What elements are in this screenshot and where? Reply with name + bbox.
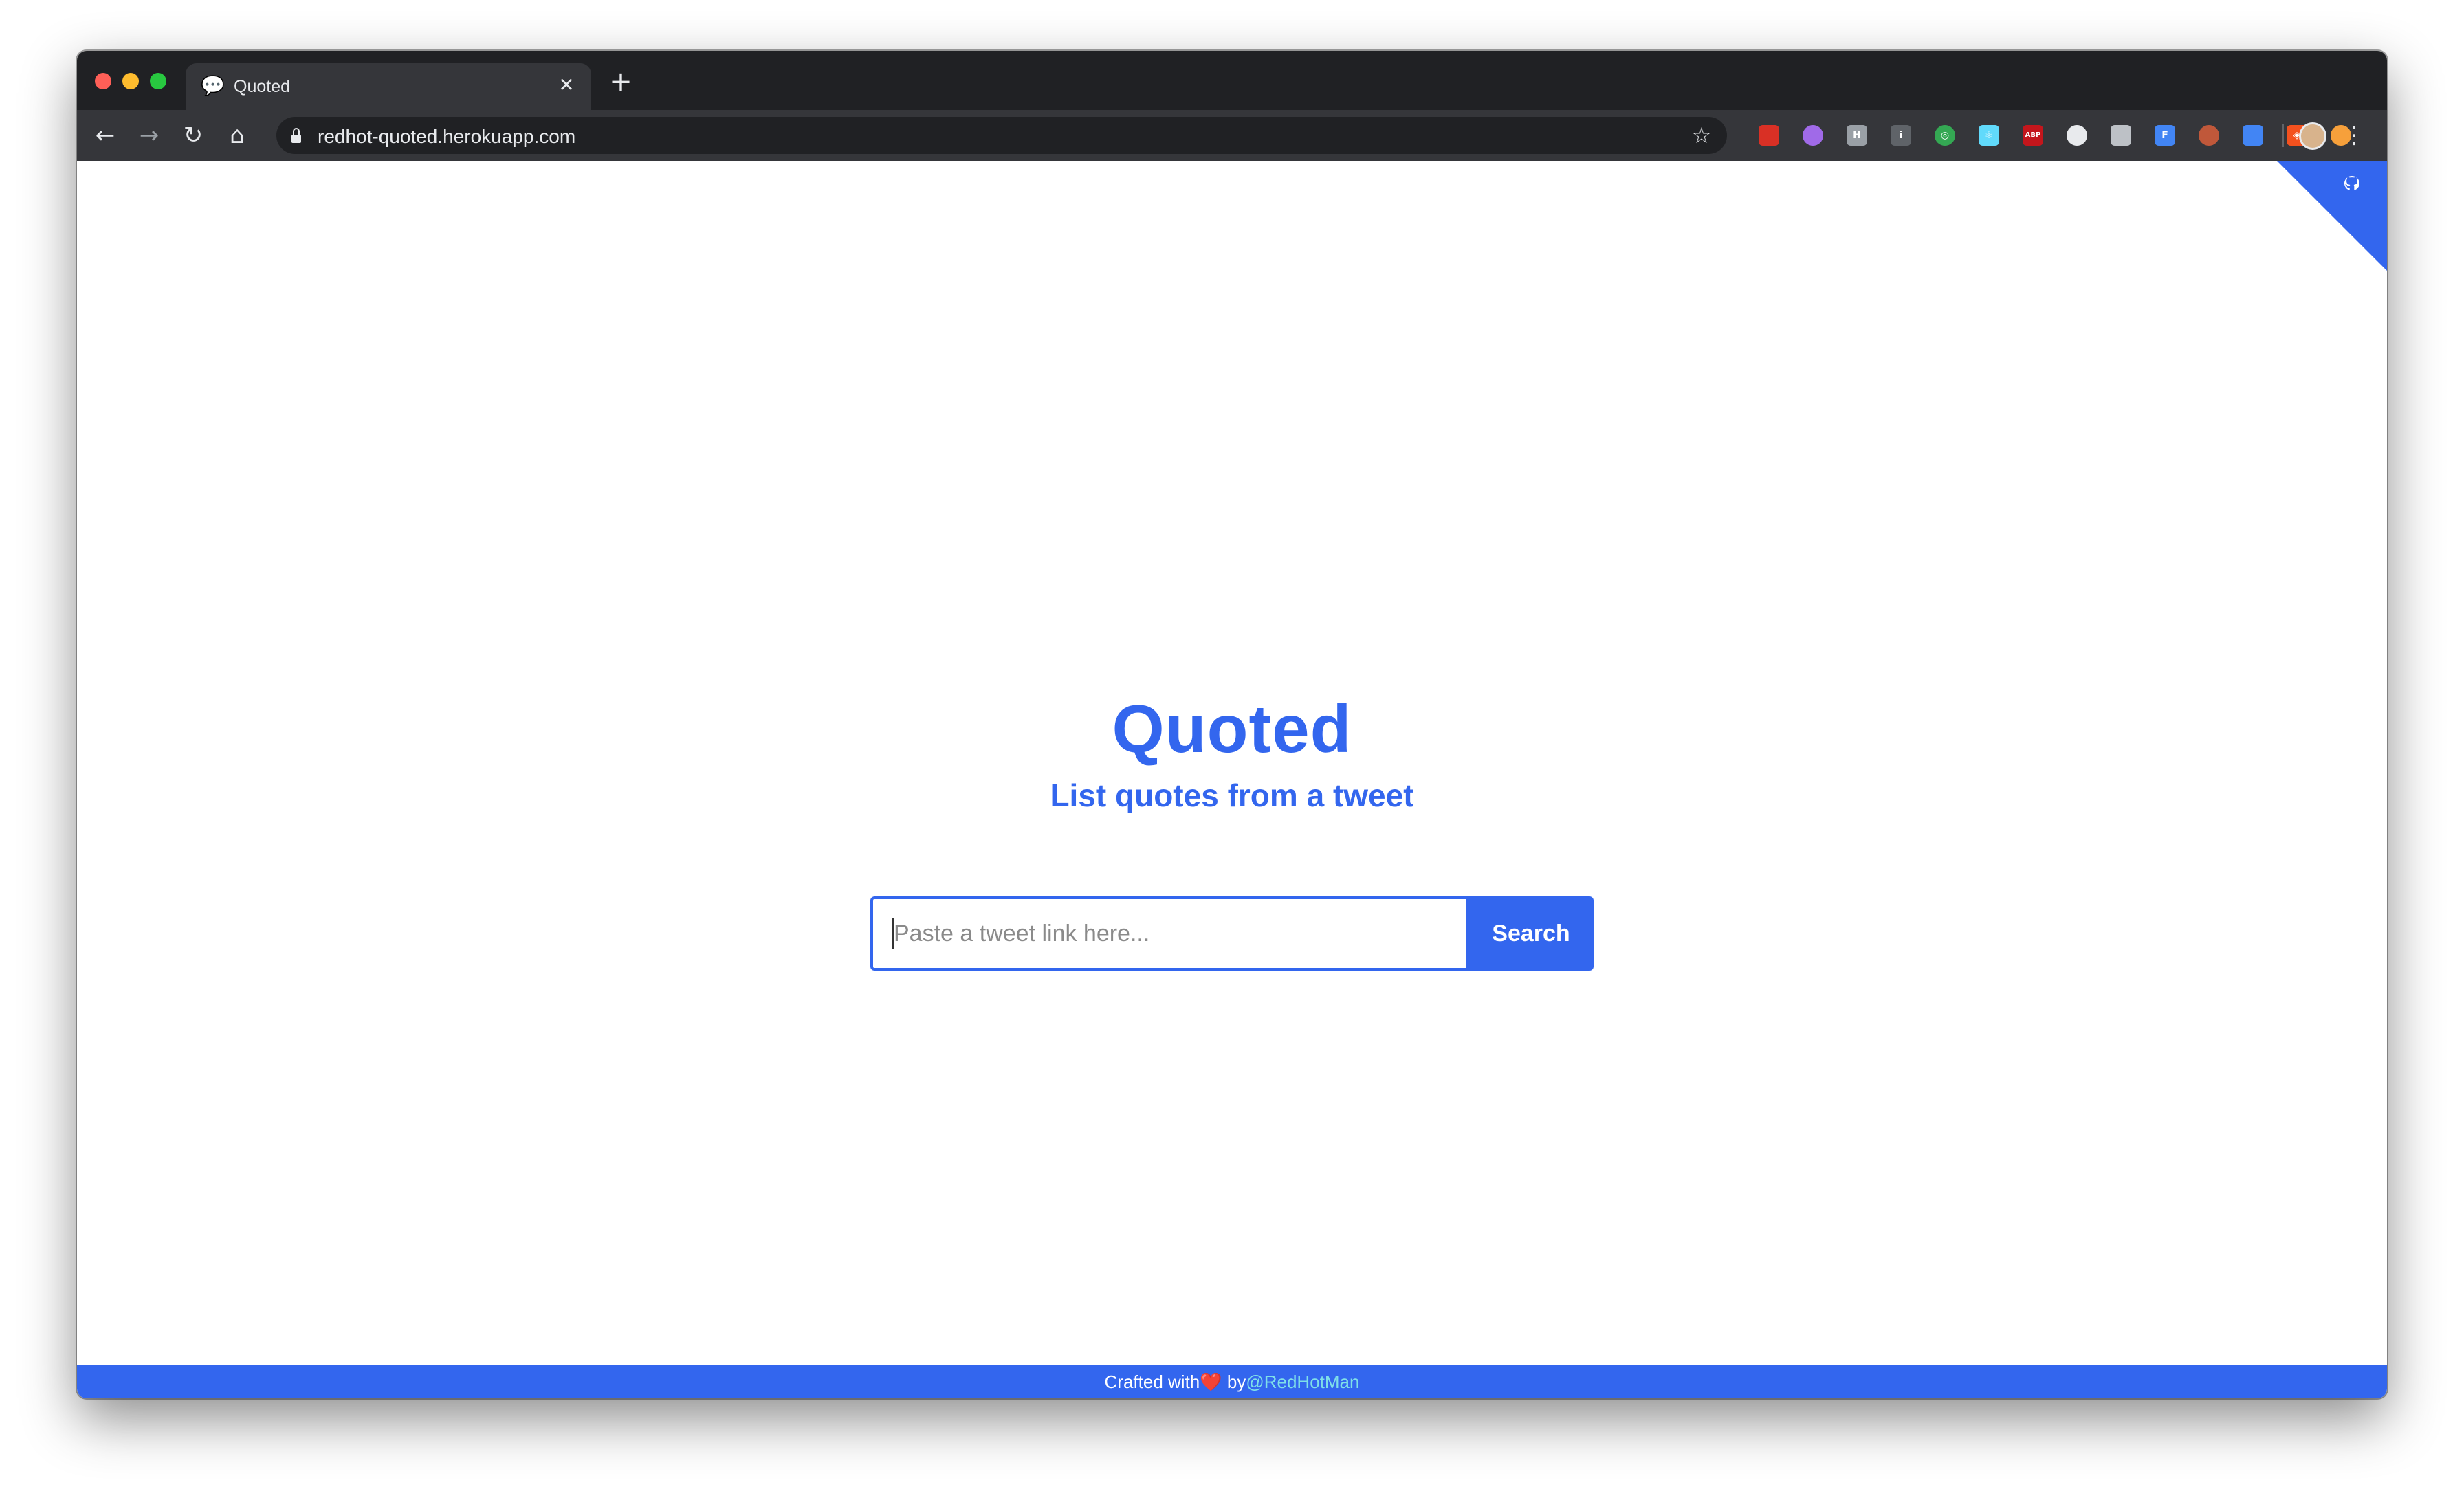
ext-7-icon[interactable]: ABP [2023, 125, 2043, 146]
github-corner-banner [2277, 161, 2387, 271]
browser-menu-button[interactable]: ⋮ [2340, 120, 2368, 151]
address-bar[interactable]: redhot-quoted.herokuapp.com ☆ [276, 117, 1727, 154]
minimize-window-button[interactable] [122, 73, 139, 89]
ext-5-icon[interactable]: ◎ [1935, 125, 1955, 146]
tab-title: Quoted [234, 77, 291, 96]
url-text: redhot-quoted.herokuapp.com [318, 126, 576, 147]
browser-window: 💬 Quoted ✕ + ← → ↻ ⌂ redhot-quoted.herok… [77, 51, 2387, 1398]
ext-10-icon[interactable]: F [2155, 125, 2175, 146]
page-title: Quoted [1112, 691, 1352, 766]
speech-bubble-icon: 💬 [201, 74, 225, 97]
ext-12-icon[interactable] [2243, 125, 2263, 146]
ext-6-icon[interactable]: ⚛ [1979, 125, 1999, 146]
ext-11-icon[interactable] [2199, 125, 2219, 146]
page-viewport: Quoted List quotes from a tweet Search C… [77, 161, 2387, 1398]
github-corner-link[interactable] [2277, 161, 2387, 271]
footer-prefix: Crafted with [1104, 1371, 1200, 1392]
footer: Crafted with❤️ by@RedHotMan [77, 1365, 2387, 1398]
heart-icon: ❤️ [1200, 1372, 1222, 1393]
lock-icon [292, 128, 301, 143]
close-window-button[interactable] [95, 73, 111, 89]
reload-button[interactable]: ↻ [177, 120, 209, 151]
author-link[interactable]: @RedHotMan [1246, 1371, 1359, 1392]
ext-1-icon[interactable] [1759, 125, 1779, 146]
profile-avatar[interactable] [2299, 122, 2326, 150]
back-button[interactable]: ← [89, 120, 121, 151]
forward-button[interactable]: → [133, 120, 165, 151]
text-caret [892, 918, 894, 949]
ext-8-icon[interactable] [2067, 125, 2087, 146]
ext-9-icon[interactable] [2111, 125, 2131, 146]
tab-quoted[interactable]: 💬 Quoted ✕ [186, 63, 591, 110]
search-button[interactable]: Search [1468, 896, 1594, 971]
ext-3-icon[interactable]: H [1847, 125, 1867, 146]
home-button[interactable]: ⌂ [221, 120, 253, 151]
toolbar-divider [2282, 124, 2284, 147]
footer-by: by [1222, 1371, 1246, 1392]
tab-close-icon[interactable]: ✕ [554, 73, 579, 98]
maximize-window-button[interactable] [150, 73, 166, 89]
ext-4-icon[interactable]: i [1891, 125, 1911, 146]
bookmark-star-icon[interactable]: ☆ [1686, 120, 1717, 151]
browser-toolbar: ← → ↻ ⌂ redhot-quoted.herokuapp.com ☆ Hi… [77, 110, 2387, 161]
tab-strip: 💬 Quoted ✕ + [77, 51, 2387, 110]
new-tab-button[interactable]: + [606, 67, 635, 96]
tweet-link-input[interactable] [870, 896, 1468, 971]
ext-2-icon[interactable] [1803, 125, 1823, 146]
search-form: Search [870, 896, 1594, 971]
page-subtitle: List quotes from a tweet [1050, 777, 1414, 813]
